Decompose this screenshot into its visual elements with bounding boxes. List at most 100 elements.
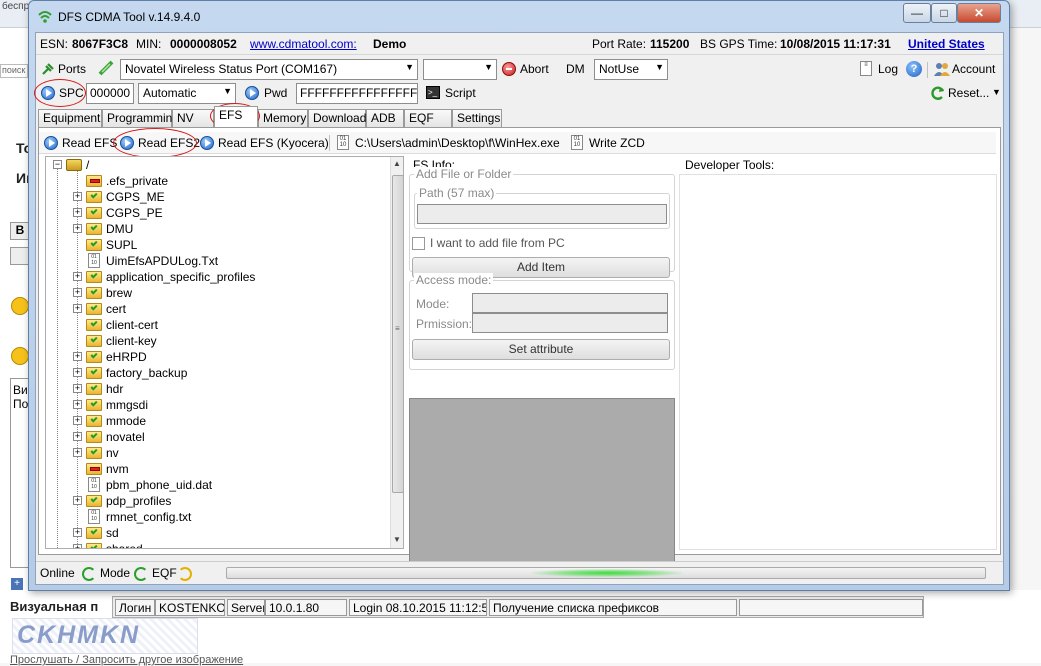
port-rate-label: Port Rate: bbox=[592, 37, 647, 51]
expand-icon[interactable]: + bbox=[73, 416, 82, 425]
smiley-icon[interactable] bbox=[11, 297, 29, 315]
minimize-button[interactable]: — bbox=[903, 3, 931, 23]
tree-item[interactable]: + CGPS_PE bbox=[46, 205, 386, 221]
tree-item[interactable]: + shared bbox=[46, 541, 386, 548]
tab-nv[interactable]: NV bbox=[172, 109, 214, 127]
tree-item[interactable]: 01 10 rmnet_config.txt bbox=[46, 509, 386, 525]
log-button[interactable]: ≡ Log bbox=[858, 59, 902, 79]
tab-eqf[interactable]: EQF bbox=[404, 109, 452, 127]
help-button[interactable]: ? bbox=[906, 61, 922, 77]
path-input[interactable] bbox=[417, 204, 667, 224]
read-efs-kyocera-button[interactable]: Read EFS (Kyocera) bbox=[197, 134, 329, 152]
expand-icon[interactable]: + bbox=[73, 432, 82, 441]
tree-item[interactable]: + novatel bbox=[46, 429, 386, 445]
scrollbar-thumb[interactable]: ≡ bbox=[392, 175, 403, 493]
set-attribute-button[interactable]: Set attribute bbox=[412, 339, 670, 360]
folder-icon bbox=[86, 367, 102, 379]
region-link[interactable]: United States bbox=[908, 37, 985, 51]
tree-item[interactable]: + sd bbox=[46, 525, 386, 541]
port-secondary-select[interactable]: ▼ bbox=[423, 59, 497, 80]
scroll-down-icon[interactable]: ▼ bbox=[393, 535, 401, 544]
expand-icon[interactable]: + bbox=[73, 224, 82, 233]
mode-input[interactable] bbox=[472, 293, 668, 313]
tree-item[interactable]: 01 10 UimEfsAPDULog.Txt bbox=[46, 253, 386, 269]
scroll-up-icon[interactable]: ▲ bbox=[393, 159, 401, 168]
tree-item[interactable]: .efs_private bbox=[46, 173, 386, 189]
tree-item[interactable]: SUPL bbox=[46, 237, 386, 253]
tree-item[interactable]: + cert bbox=[46, 301, 386, 317]
pwd-input[interactable]: FFFFFFFFFFFFFFFF bbox=[296, 83, 418, 104]
tree-item[interactable]: nvm bbox=[46, 461, 386, 477]
tree-item[interactable]: + DMU bbox=[46, 221, 386, 237]
tree-item[interactable]: client-cert bbox=[46, 317, 386, 333]
winhex-path-button[interactable]: 01 10 C:\Users\admin\Desktop\f\WinHex.exe bbox=[335, 134, 567, 152]
expand-icon[interactable]: + bbox=[73, 192, 82, 201]
expand-icon[interactable]: + bbox=[73, 352, 82, 361]
spc-button[interactable]: SPC bbox=[38, 83, 84, 103]
expand-icon[interactable]: + bbox=[73, 368, 82, 377]
title-bar[interactable]: DFS CDMA Tool v.14.9.4.0 — □ ✕ bbox=[29, 1, 1009, 33]
close-button[interactable]: ✕ bbox=[957, 3, 1001, 23]
tree-item[interactable]: + eHRPD bbox=[46, 349, 386, 365]
expand-icon[interactable]: + bbox=[73, 384, 82, 393]
collapse-icon[interactable]: − bbox=[53, 160, 62, 169]
tab-programming[interactable]: Programming bbox=[102, 109, 179, 127]
tree-item[interactable]: + application_specific_profiles bbox=[46, 269, 386, 285]
expand-icon[interactable]: + bbox=[73, 496, 82, 505]
expand-plus-icon[interactable]: + bbox=[11, 578, 23, 590]
website-link[interactable]: www.cdmatool.com: bbox=[250, 37, 357, 51]
expand-icon[interactable]: + bbox=[73, 288, 82, 297]
port-select[interactable]: Novatel Wireless Status Port (COM167) ▼ bbox=[120, 59, 418, 80]
maximize-button[interactable]: □ bbox=[931, 3, 957, 23]
pwd-button[interactable]: Pwd bbox=[242, 83, 292, 103]
ports-button[interactable]: Ports bbox=[38, 59, 94, 79]
spc-input[interactable]: 000000 bbox=[86, 83, 134, 104]
tree-scrollbar[interactable]: ▲ ≡ ▼ bbox=[390, 157, 403, 548]
connect-icon[interactable] bbox=[98, 60, 114, 76]
tab-adb[interactable]: ADB bbox=[366, 109, 404, 127]
tree-item[interactable]: + mmode bbox=[46, 413, 386, 429]
background-search-input[interactable]: поиск bbox=[0, 64, 28, 78]
spc-mode-select[interactable]: Automatic ▼ bbox=[138, 83, 236, 104]
tree-item[interactable]: + factory_backup bbox=[46, 365, 386, 381]
tab-equipment[interactable]: Equipment bbox=[38, 109, 102, 127]
reset-button[interactable]: Reset... ▼ bbox=[928, 83, 1002, 103]
abort-button[interactable]: Abort bbox=[500, 59, 556, 79]
write-zcd-button[interactable]: 01 10 Write ZCD bbox=[569, 134, 645, 152]
bold-format-button[interactable]: B bbox=[10, 222, 30, 240]
tree-item[interactable]: + hdr bbox=[46, 381, 386, 397]
dm-select[interactable]: NotUse ▼ bbox=[594, 59, 668, 80]
expand-icon[interactable]: + bbox=[73, 304, 82, 313]
expand-icon[interactable]: + bbox=[73, 528, 82, 537]
tree-item[interactable]: + brew bbox=[46, 285, 386, 301]
tree-item-label: pbm_phone_uid.dat bbox=[106, 478, 213, 492]
tab-efs[interactable]: EFS bbox=[214, 106, 258, 127]
expand-icon[interactable]: + bbox=[73, 208, 82, 217]
add-from-pc-checkbox[interactable] bbox=[412, 237, 425, 250]
efs-file-tree[interactable]: − / .efs_private + CGPS_ME + CGPS_PE + DMU SUPL… bbox=[45, 156, 404, 549]
file-icon: 01 10 bbox=[88, 477, 100, 492]
tab-memory[interactable]: Memory bbox=[258, 109, 308, 127]
gps-time-label: BS GPS Time: bbox=[700, 37, 778, 51]
tree-item[interactable]: + CGPS_ME bbox=[46, 189, 386, 205]
tree-item[interactable]: + pdp_profiles bbox=[46, 493, 386, 509]
tree-item[interactable]: + nv bbox=[46, 445, 386, 461]
tree-root[interactable]: − / bbox=[46, 157, 246, 173]
image-format-button[interactable] bbox=[10, 247, 30, 265]
smiley-icon-2[interactable] bbox=[11, 347, 29, 365]
permission-input[interactable] bbox=[472, 313, 668, 333]
tab-settings[interactable]: Settings bbox=[452, 109, 502, 127]
read-efs-button[interactable]: Read EFS bbox=[41, 134, 117, 152]
tree-item[interactable]: client-key bbox=[46, 333, 386, 349]
captcha-refresh-link[interactable]: Прослушать / Запросить другое изображени… bbox=[10, 654, 243, 666]
expand-icon[interactable]: + bbox=[73, 448, 82, 457]
tree-item[interactable]: + mmgsdi bbox=[46, 397, 386, 413]
script-button[interactable]: >_ Script bbox=[424, 83, 484, 103]
read-efs2-button[interactable]: Read EFS2 bbox=[117, 134, 200, 152]
expand-icon[interactable]: + bbox=[73, 544, 82, 548]
expand-icon[interactable]: + bbox=[73, 400, 82, 409]
tree-item[interactable]: 01 10 pbm_phone_uid.dat bbox=[46, 477, 386, 493]
tab-download[interactable]: Download bbox=[308, 109, 366, 127]
account-button[interactable]: Account bbox=[932, 59, 1002, 79]
expand-icon[interactable]: + bbox=[73, 272, 82, 281]
